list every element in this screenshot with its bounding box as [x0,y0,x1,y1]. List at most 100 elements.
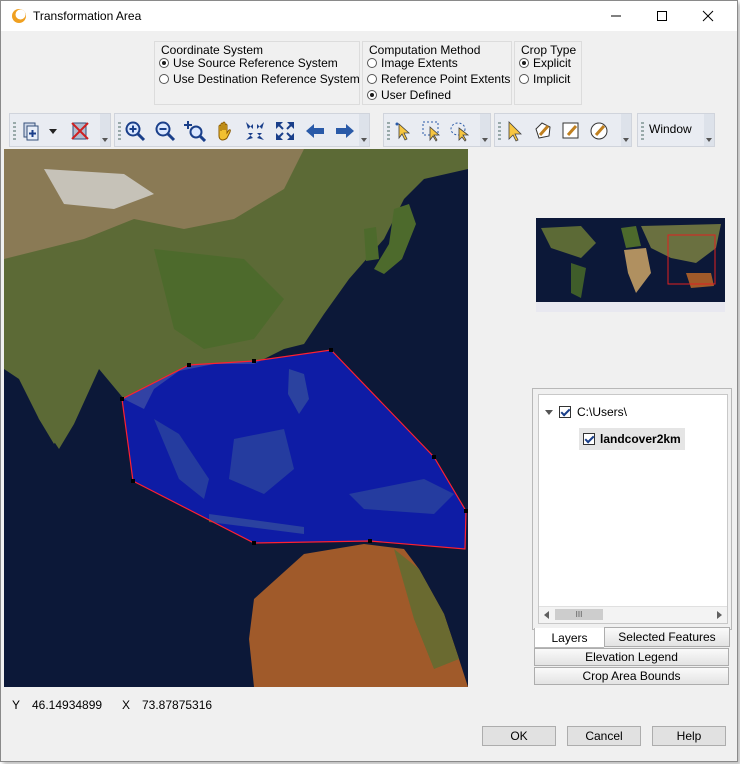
child-layer-label: landcover2km [600,432,681,446]
use-source-reference-radio[interactable]: Use Source Reference System [159,56,338,70]
tree-child-node[interactable]: landcover2km [579,428,685,450]
zoom-in-button[interactable] [123,119,147,143]
zoom-in-icon [125,121,146,142]
toolbar-grip[interactable] [13,122,16,140]
tree-root-node[interactable]: C:\Users\ [545,405,627,419]
user-defined-radio[interactable]: User Defined [367,88,451,102]
draw-circle-icon [590,122,608,140]
scroll-thumb[interactable]: III [555,609,603,620]
pan-button[interactable] [213,119,237,143]
root-layer-label: C:\Users\ [577,405,628,419]
radio-indicator [159,74,169,84]
horizontal-scrollbar[interactable]: III [539,606,727,623]
radio-label: Use Destination Reference System [173,72,360,86]
minimize-button[interactable] [593,1,639,31]
explicit-radio[interactable]: Explicit [519,56,571,70]
expand-arrows-icon [276,122,294,140]
collapse-arrows-icon [246,122,264,140]
map-view[interactable] [4,149,468,687]
toolbar-overflow[interactable] [359,114,369,146]
toolbar-overflow[interactable] [621,114,631,146]
radio-label: Use Source Reference System [173,56,338,70]
pointer-button[interactable] [503,119,527,143]
x-coordinate-label: X [122,698,131,712]
zoom-area-button[interactable] [183,119,207,143]
next-extent-button[interactable] [333,119,357,143]
satellite-map-image [4,149,468,687]
pointer-arrow-icon [508,121,522,142]
reference-point-extents-radio[interactable]: Reference Point Extents [367,72,510,86]
ok-button[interactable]: OK [482,726,556,746]
child-layer-checkbox[interactable] [583,433,595,445]
chevron-down-icon [49,129,57,134]
cancel-button[interactable]: Cancel [567,726,641,746]
arrow-right-icon [336,124,354,138]
close-button[interactable] [685,1,731,31]
tree-expanded-icon[interactable] [545,408,553,416]
remove-layer-icon [71,122,89,140]
radio-indicator [519,74,529,84]
toolbar-overflow[interactable] [100,114,110,146]
app-logo-icon [12,9,26,23]
select-lasso-button[interactable] [448,119,472,143]
window-menu[interactable]: Window [649,122,692,136]
coordinate-system-group: Coordinate System Use Source Reference S… [154,41,360,105]
tab-layers[interactable]: Layers [534,628,604,648]
select-rectangle-icon [422,121,441,142]
x-coordinate-value: 73.87875316 [142,698,213,712]
draw-rectangle-button[interactable] [559,119,583,143]
maximize-button[interactable] [639,1,685,31]
navigation-toolbar [114,113,370,147]
add-layer-icon [23,122,39,141]
toolbar-overflow[interactable] [480,114,490,146]
elevation-legend-button[interactable]: Elevation Legend [534,648,729,666]
zoom-out-button[interactable] [153,119,177,143]
draw-polygon-icon [535,122,551,139]
root-layer-checkbox[interactable] [559,406,571,418]
y-coordinate-value: 46.14934899 [32,698,103,712]
radio-label: Explicit [533,56,572,70]
radio-indicator [519,58,529,68]
scroll-right-icon[interactable] [715,611,723,619]
image-extents-radio[interactable]: Image Extents [367,56,458,70]
implicit-radio[interactable]: Implicit [519,72,570,86]
coordinate-system-title: Coordinate System [161,43,264,57]
previous-extent-button[interactable] [303,119,327,143]
y-coordinate-label: Y [12,698,21,712]
select-feature-button[interactable] [392,119,416,143]
tab-selected-features[interactable]: Selected Features [604,627,730,647]
transformation-area-window: Transformation Area Coordinate System Us… [0,0,738,762]
use-destination-reference-radio[interactable]: Use Destination Reference System [159,72,360,86]
remove-layer-button[interactable] [68,119,92,143]
select-rectangle-button[interactable] [420,119,444,143]
radio-label: Implicit [533,72,571,86]
zoom-area-icon [184,121,206,142]
crop-area-bounds-button[interactable]: Crop Area Bounds [534,667,729,685]
toolbar-grip[interactable] [387,122,390,140]
zoom-to-extent-button[interactable] [243,119,267,143]
radio-indicator [159,58,169,68]
layer-toolbar [9,113,111,147]
help-button[interactable]: Help [652,726,726,746]
scroll-left-icon[interactable] [543,611,551,619]
layer-tree[interactable]: C:\Users\ landcover2km III [538,394,728,624]
radio-indicator [367,90,377,100]
toolbar-grip[interactable] [118,122,121,140]
toolbar-overflow[interactable] [704,114,714,146]
zoom-out-icon [155,121,176,142]
toolbar-grip[interactable] [498,122,501,140]
computation-method-title: Computation Method [369,43,481,57]
overview-map[interactable] [536,218,725,312]
window-toolbar: Window [637,113,715,147]
minimize-icon [611,15,621,17]
add-layer-dropdown[interactable] [46,119,60,143]
select-pointer-icon [395,122,411,141]
add-layer-button[interactable] [20,119,44,143]
radio-indicator [367,58,377,68]
toolbar-grip[interactable] [641,122,644,140]
radio-label: Reference Point Extents [381,72,511,86]
arrow-left-icon [306,124,324,138]
full-extent-button[interactable] [273,119,297,143]
draw-polygon-button[interactable] [531,119,555,143]
draw-circle-button[interactable] [587,119,611,143]
